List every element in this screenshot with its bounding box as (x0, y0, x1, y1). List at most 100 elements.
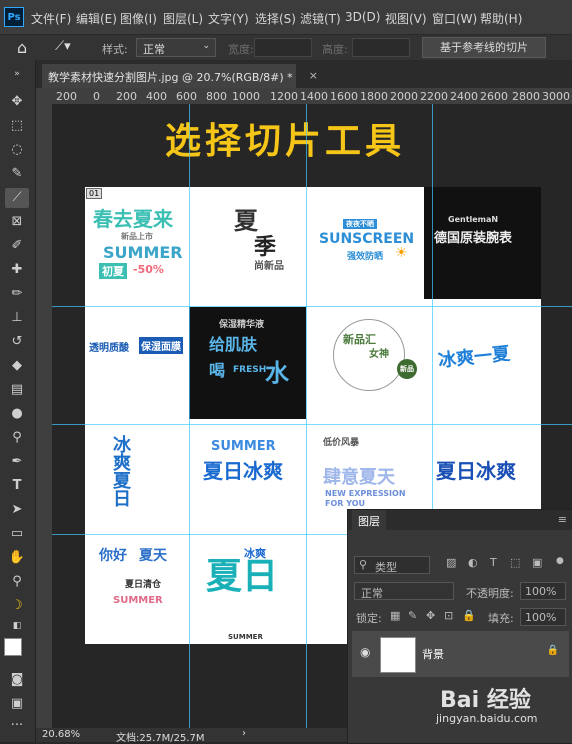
grid-cell-9: 冰爽夏日 (85, 425, 198, 537)
quick-select-tool-icon[interactable]: ✎ (5, 164, 29, 184)
home-icon[interactable]: ⌂ (17, 38, 27, 57)
zoom-level[interactable]: 20.68% (42, 729, 80, 740)
horizontal-ruler[interactable]: 200 0 200 400 600 800 1000 1200 1400 160… (52, 88, 572, 105)
layers-tab[interactable]: 图层 (352, 510, 386, 530)
eyedropper-tool-icon[interactable]: ✐ (5, 236, 29, 256)
slices-from-guides-button[interactable]: 基于参考线的切片 (422, 37, 546, 58)
foreground-color-swatch[interactable] (4, 638, 22, 656)
type-tool-icon[interactable]: T (5, 476, 29, 496)
lock-artboard-icon[interactable]: ⊡ (444, 609, 453, 622)
chevron-right-icon[interactable]: › (242, 728, 246, 739)
menu-window[interactable]: 窗口(W) (432, 10, 477, 27)
brush-tool-icon[interactable]: ✏ (5, 284, 29, 304)
layer-thumbnail (380, 637, 416, 673)
cell-text: SUMMER (103, 243, 183, 262)
chevron-down-icon: ⌄ (202, 41, 210, 51)
cell-text: 强效防晒 (347, 252, 384, 262)
stamp-tool-icon[interactable]: ⊥ (5, 308, 29, 328)
fill-field[interactable]: 100% (520, 608, 566, 626)
menu-edit[interactable]: 编辑(E) (76, 10, 117, 27)
ruler-tick: 0 (93, 90, 100, 103)
collapse-icon[interactable]: » (5, 64, 29, 84)
gradient-tool-icon[interactable]: ▤ (5, 380, 29, 400)
menu-help[interactable]: 帮助(H) (480, 10, 522, 27)
vertical-ruler[interactable] (36, 104, 53, 728)
cell-text: 水 (265, 359, 289, 387)
healing-brush-icon[interactable]: ✚ (5, 260, 29, 280)
eraser-tool-icon[interactable]: ◆ (5, 356, 29, 376)
pixel-filter-icon[interactable]: ▨ (446, 556, 456, 569)
banana-icon[interactable]: ☽ (5, 596, 29, 616)
shape-filter-icon[interactable]: ⬚ (510, 556, 520, 569)
default-colors-icon[interactable]: ◧ (5, 616, 29, 636)
grid-cell-5: 透明质酸 保湿面膜 (85, 307, 198, 419)
blend-mode-select[interactable]: 正常 (354, 582, 454, 600)
path-select-icon[interactable]: ➤ (5, 500, 29, 520)
pen-tool-icon[interactable]: ✒ (5, 452, 29, 472)
zoom-tool-icon[interactable]: ⚲ (5, 572, 29, 592)
cell-text: GentlemaN (448, 215, 499, 224)
cell-text: 冰爽夏日 (110, 435, 131, 507)
filter-toggle-icon[interactable]: ● (556, 556, 564, 566)
menu-image[interactable]: 图像(I) (120, 10, 157, 27)
lasso-tool-icon[interactable]: ◌ (5, 140, 29, 160)
lock-position-icon[interactable]: ✥ (426, 609, 435, 622)
layer-row[interactable]: ◉ 背景 🔒 (352, 631, 569, 677)
move-tool-icon[interactable]: ✥ (5, 92, 29, 112)
slice-tool-preset-icon[interactable]: ⟋▾ (55, 39, 71, 54)
style-select[interactable]: 正常 ⌄ (136, 38, 216, 57)
lock-icon: 🔒 (546, 645, 559, 656)
eye-icon[interactable]: ◉ (360, 645, 370, 659)
layer-name[interactable]: 背景 (422, 646, 444, 662)
menu-type[interactable]: 文字(Y) (208, 10, 249, 27)
cell-text: SUMMER (228, 633, 263, 641)
lock-pixels-icon[interactable]: ▦ (390, 609, 400, 622)
style-value: 正常 (143, 43, 165, 56)
cell-text: 尚新品 (254, 261, 284, 272)
guide-horizontal[interactable] (52, 424, 572, 425)
menu-layer[interactable]: 图层(L) (163, 10, 203, 27)
shape-tool-icon[interactable]: ▭ (5, 524, 29, 544)
quick-mask-icon[interactable]: ◙ (5, 670, 29, 690)
frame-tool-icon[interactable]: ⊠ (5, 212, 29, 232)
cell-text: 你好 (99, 548, 127, 564)
lock-all-icon[interactable]: 🔒 (462, 609, 476, 622)
smart-filter-icon[interactable]: ▣ (532, 556, 542, 569)
ruler-tick: 600 (176, 90, 197, 103)
type-filter-icon[interactable]: T (490, 556, 497, 569)
opacity-value: 100% (525, 585, 557, 598)
marquee-tool-icon[interactable]: ⬚ (5, 116, 29, 136)
document-tab-bar: 教学素材快速分割图片.jpg @ 20.7%(RGB/8#) * × (36, 60, 572, 88)
search-icon: ⚲ (359, 558, 368, 571)
guide-horizontal[interactable] (52, 306, 572, 307)
menu-file[interactable]: 文件(F) (31, 10, 71, 27)
panel-menu-icon[interactable]: ≡ (558, 513, 567, 526)
adjustment-filter-icon[interactable]: ◐ (468, 556, 478, 569)
history-brush-icon[interactable]: ↺ (5, 332, 29, 352)
hand-tool-icon[interactable]: ✋ (5, 548, 29, 568)
dodge-tool-icon[interactable]: ⚲ (5, 428, 29, 448)
cell-text: 夜夜不晒 (343, 219, 377, 229)
menu-filter[interactable]: 滤镜(T) (300, 10, 341, 27)
kind-filter[interactable]: ⚲ 类型 (354, 556, 430, 574)
menu-select[interactable]: 选择(S) (255, 10, 296, 27)
ruler-corner (36, 88, 52, 104)
width-field[interactable] (254, 38, 312, 57)
ruler-tick: 2200 (420, 90, 448, 103)
menu-view[interactable]: 视图(V) (385, 10, 427, 27)
height-field[interactable] (352, 38, 410, 57)
slice-tool-icon[interactable]: ⟋ (5, 188, 29, 208)
fill-value: 100% (525, 611, 557, 624)
close-tab-icon[interactable]: × (309, 69, 318, 82)
guide-vertical[interactable] (306, 104, 307, 728)
blur-tool-icon[interactable]: ● (5, 404, 29, 424)
cell-text: 夏日 (206, 556, 279, 597)
document-tab[interactable]: 教学素材快速分割图片.jpg @ 20.7%(RGB/8#) * × (42, 64, 318, 88)
screen-mode-icon[interactable]: ▣ (5, 694, 29, 714)
opacity-field[interactable]: 100% (520, 582, 566, 600)
more-tools-icon[interactable]: ··· (5, 716, 29, 736)
guide-vertical[interactable] (189, 104, 190, 728)
ruler-tick: 1600 (330, 90, 358, 103)
lock-paint-icon[interactable]: ✎ (408, 609, 417, 622)
menu-3d[interactable]: 3D(D) (345, 10, 380, 24)
